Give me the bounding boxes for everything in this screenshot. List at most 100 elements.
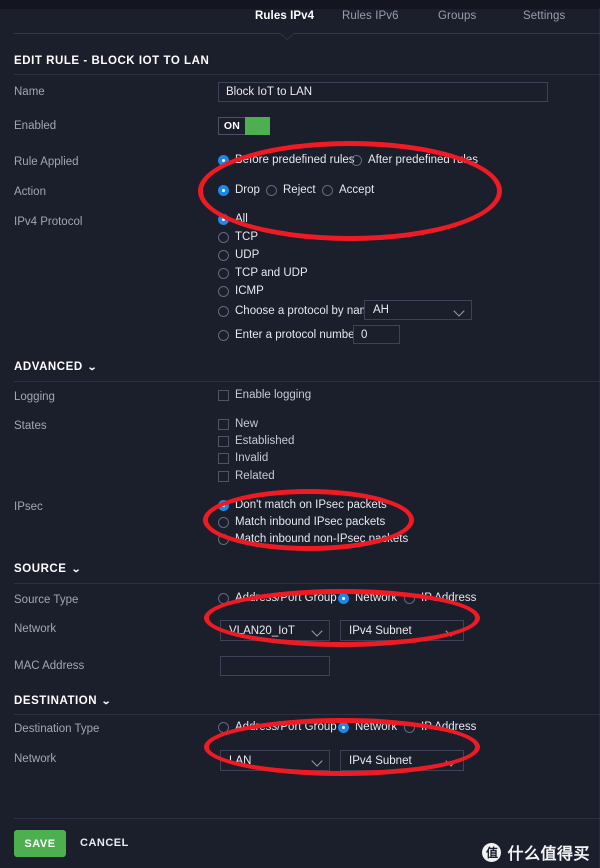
protocol-number-option[interactable]: Enter a protocol number bbox=[218, 329, 358, 341]
ipsec-label: IPsec bbox=[14, 501, 43, 513]
enabled-toggle-knob bbox=[245, 117, 270, 135]
action-reject-option[interactable]: Reject bbox=[266, 184, 316, 196]
protocol-tcp-and-udp-option[interactable]: TCP and UDP bbox=[218, 267, 308, 279]
option-label: Network bbox=[355, 721, 398, 733]
destination-subnet-select[interactable]: IPv4 Subnet bbox=[340, 750, 464, 771]
enabled-toggle-state: ON bbox=[218, 117, 245, 135]
state-invalid-checkbox[interactable]: Invalid bbox=[218, 452, 268, 464]
rule-applied-after-option[interactable]: After predefined rules bbox=[351, 154, 478, 166]
destination-type-address-port-group-option[interactable]: Address/Port Group bbox=[218, 721, 337, 733]
option-label: IP Address bbox=[421, 592, 477, 604]
radio-icon bbox=[218, 499, 229, 511]
option-label: TCP bbox=[235, 231, 258, 243]
cancel-button[interactable]: CANCEL bbox=[80, 837, 129, 849]
title-divider bbox=[14, 74, 600, 75]
radio-icon bbox=[266, 184, 277, 196]
state-related-checkbox[interactable]: Related bbox=[218, 470, 275, 482]
destination-type-network-option[interactable]: Network bbox=[338, 721, 397, 733]
checkbox-icon bbox=[218, 452, 229, 464]
destination-section-header[interactable]: DESTINATION ⌄ bbox=[14, 695, 112, 707]
protocol-name-value: AH bbox=[373, 304, 389, 316]
radio-icon bbox=[218, 516, 229, 528]
chevron-down-icon bbox=[312, 755, 323, 766]
destination-network-value: LAN bbox=[229, 754, 252, 767]
protocol-all-option[interactable]: All bbox=[218, 213, 248, 225]
advanced-section-header[interactable]: ADVANCED ⌄ bbox=[14, 361, 97, 373]
tab-divider bbox=[14, 33, 600, 34]
top-strip bbox=[0, 0, 600, 9]
watermark: 值 什么值得买 bbox=[482, 840, 590, 864]
save-button[interactable]: SAVE bbox=[14, 830, 66, 857]
option-label: UDP bbox=[235, 249, 260, 261]
source-type-label: Source Type bbox=[14, 594, 79, 606]
footer-divider bbox=[14, 818, 600, 819]
protocol-by-name-option[interactable]: Choose a protocol by name bbox=[218, 305, 376, 317]
radio-icon bbox=[218, 154, 229, 166]
destination-network-select[interactable]: LAN bbox=[220, 750, 330, 771]
watermark-text: 什么值得买 bbox=[507, 844, 590, 863]
ipsec-dont-match-option[interactable]: Don't match on IPsec packets bbox=[218, 499, 387, 511]
radio-icon bbox=[338, 592, 349, 604]
state-new-checkbox[interactable]: New bbox=[218, 418, 258, 430]
page-title: EDIT RULE - BLOCK IOT TO LAN bbox=[14, 55, 210, 67]
option-label: All bbox=[235, 213, 248, 225]
action-accept-option[interactable]: Accept bbox=[322, 184, 374, 196]
source-section-header[interactable]: SOURCE ⌄ bbox=[14, 563, 81, 575]
option-label: Established bbox=[235, 435, 295, 447]
radio-icon bbox=[218, 184, 229, 196]
option-label: Match inbound IPsec packets bbox=[235, 516, 386, 528]
ipsec-match-inbound-non-option[interactable]: Match inbound non-IPsec packets bbox=[218, 533, 408, 545]
protocol-tcp-option[interactable]: TCP bbox=[218, 231, 258, 243]
radio-icon bbox=[218, 267, 229, 279]
protocol-icmp-option[interactable]: ICMP bbox=[218, 285, 264, 297]
ipsec-match-inbound-option[interactable]: Match inbound IPsec packets bbox=[218, 516, 385, 528]
ipv4-protocol-label: IPv4 Protocol bbox=[14, 216, 83, 228]
enabled-toggle[interactable]: ON bbox=[218, 117, 270, 135]
enable-logging-checkbox[interactable]: Enable logging bbox=[218, 389, 311, 401]
option-label: New bbox=[235, 418, 259, 430]
source-type-network-option[interactable]: Network bbox=[338, 592, 397, 604]
advanced-divider bbox=[14, 381, 600, 382]
checkbox-icon bbox=[218, 418, 229, 430]
action-drop-option[interactable]: Drop bbox=[218, 184, 260, 196]
action-label: Action bbox=[14, 186, 46, 198]
tab-rules-ipv6[interactable]: Rules IPv6 bbox=[342, 9, 399, 23]
mac-address-input[interactable] bbox=[220, 656, 330, 676]
rule-applied-before-option[interactable]: Before predefined rules bbox=[218, 154, 355, 166]
radio-icon bbox=[218, 329, 229, 341]
state-established-checkbox[interactable]: Established bbox=[218, 435, 294, 447]
mac-address-label: MAC Address bbox=[14, 660, 85, 672]
checkbox-icon bbox=[218, 435, 229, 447]
radio-icon bbox=[218, 721, 229, 733]
source-network-select[interactable]: VLAN20_IoT bbox=[220, 620, 330, 641]
tab-rules-ipv4[interactable]: Rules IPv4 bbox=[255, 9, 314, 23]
protocol-number-input[interactable] bbox=[353, 325, 400, 344]
radio-icon bbox=[218, 533, 229, 545]
radio-icon bbox=[218, 592, 229, 604]
source-subnet-select[interactable]: IPv4 Subnet bbox=[340, 620, 464, 641]
option-label: TCP and UDP bbox=[235, 267, 308, 279]
name-input[interactable] bbox=[218, 82, 548, 102]
name-label: Name bbox=[14, 86, 45, 98]
option-label: Accept bbox=[339, 184, 375, 196]
advanced-section-title: ADVANCED bbox=[14, 361, 83, 373]
radio-icon bbox=[322, 184, 333, 196]
source-type-address-port-group-option[interactable]: Address/Port Group bbox=[218, 592, 337, 604]
option-label: Before predefined rules bbox=[235, 154, 355, 166]
protocol-name-select[interactable]: AH bbox=[364, 300, 472, 320]
option-label: Drop bbox=[235, 184, 260, 196]
protocol-udp-option[interactable]: UDP bbox=[218, 249, 259, 261]
chevron-down-icon bbox=[446, 755, 457, 766]
tab-settings[interactable]: Settings bbox=[523, 9, 565, 23]
option-label: Network bbox=[355, 592, 398, 604]
option-label: Enter a protocol number bbox=[235, 329, 359, 341]
option-label: ICMP bbox=[235, 285, 264, 297]
source-type-ip-address-option[interactable]: IP Address bbox=[404, 592, 476, 604]
checkbox-icon bbox=[218, 470, 229, 482]
radio-icon bbox=[218, 249, 229, 261]
chevron-down-icon: ⌄ bbox=[86, 362, 98, 373]
tab-groups[interactable]: Groups bbox=[438, 9, 476, 23]
destination-type-ip-address-option[interactable]: IP Address bbox=[404, 721, 476, 733]
option-label: Address/Port Group bbox=[235, 721, 337, 733]
option-label: Related bbox=[235, 470, 275, 482]
